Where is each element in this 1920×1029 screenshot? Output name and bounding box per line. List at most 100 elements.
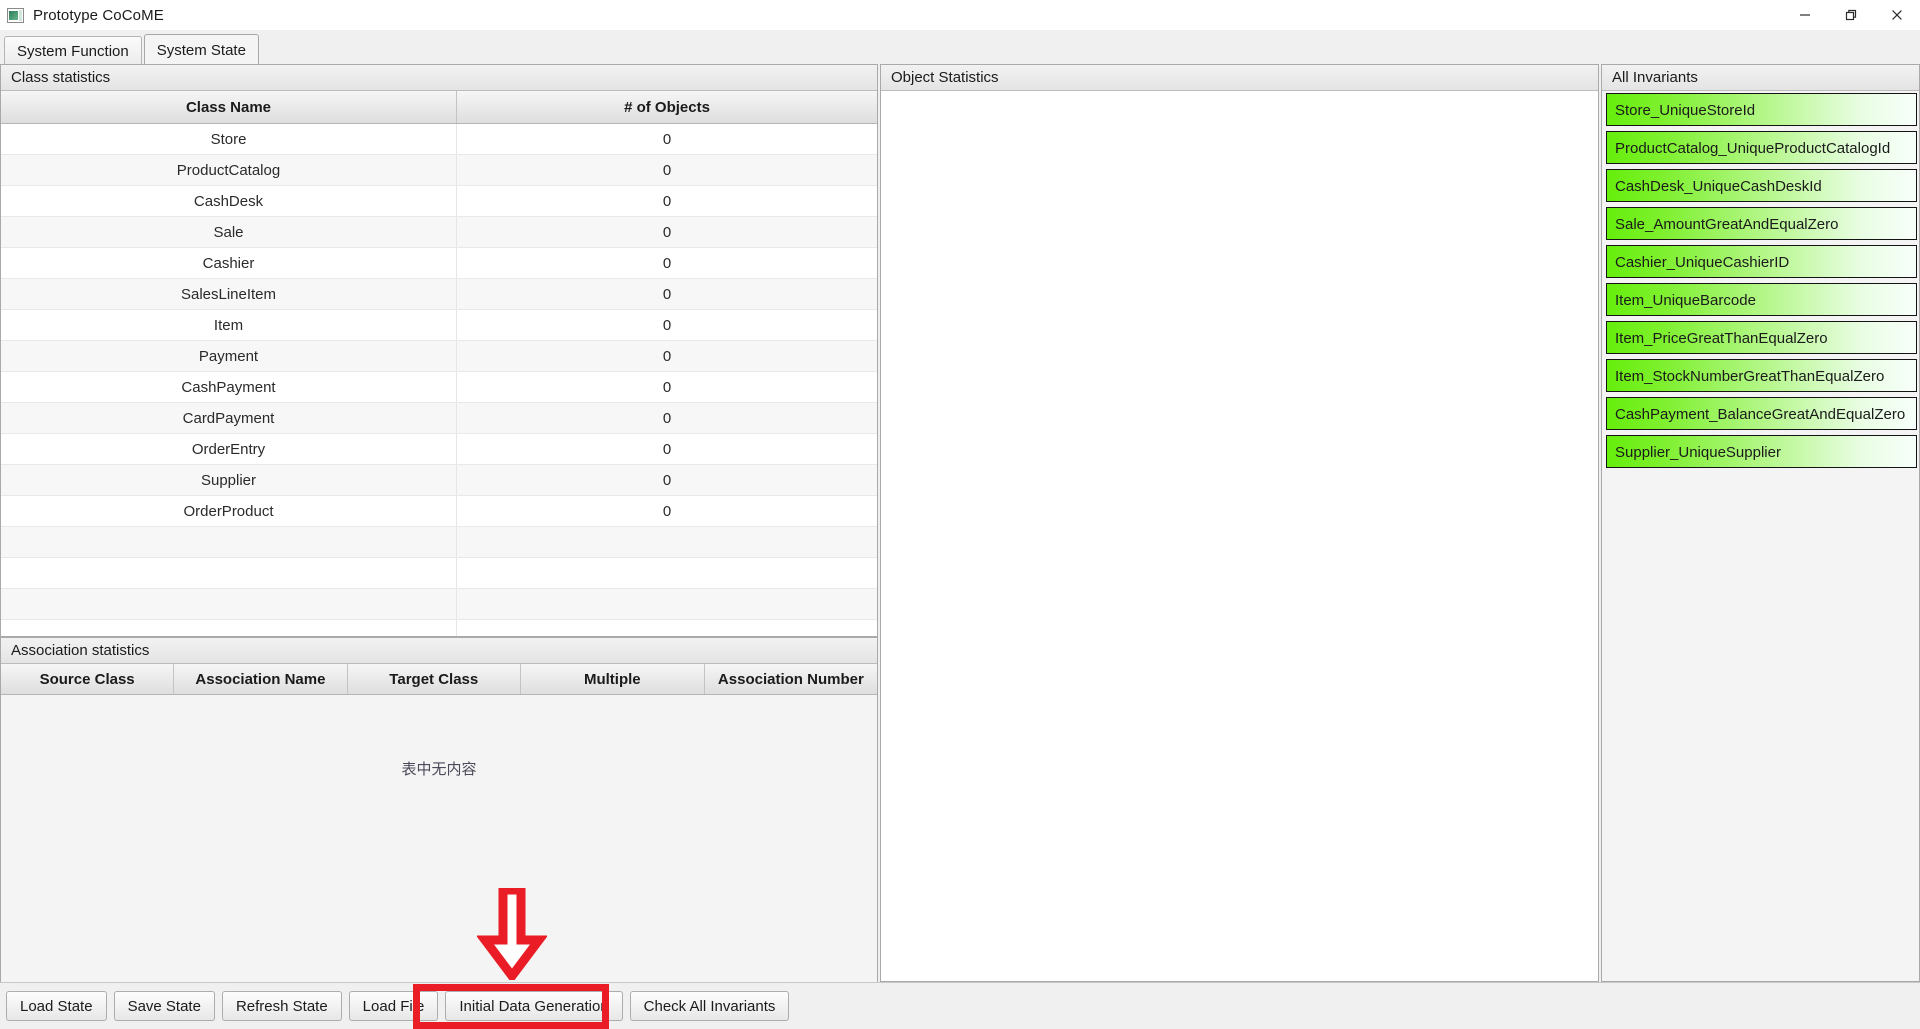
cell-object-count [456, 619, 877, 636]
invariants-list: Store_UniqueStoreId ProductCatalog_Unique… [1602, 91, 1919, 981]
cell-class-name: CashPayment [1, 371, 457, 403]
title-bar: Prototype CoCoME [0, 0, 1920, 31]
cell-class-name [1, 619, 457, 636]
all-invariants-panel: All Invariants Store_UniqueStoreId Produc… [1601, 64, 1920, 982]
class-statistics-table: Class Name # of Objects Store 0 ProductCat… [1, 91, 877, 636]
column-header-multiple[interactable]: Multiple [520, 664, 705, 695]
invariant-item[interactable]: Item_UniqueBarcode [1606, 283, 1917, 316]
table-row[interactable] [1, 588, 877, 620]
column-header-target-class[interactable]: Target Class [347, 664, 521, 695]
invariant-item[interactable]: CashDesk_UniqueCashDeskId [1606, 169, 1917, 202]
tab-bar: System Function System State [0, 30, 1920, 65]
table-row[interactable]: OrderProduct 0 [1, 495, 877, 527]
table-row[interactable] [1, 526, 877, 558]
cell-class-name: CashDesk [1, 185, 457, 217]
table-header-row: Source Class Association Name Target Cla… [1, 664, 877, 695]
table-row[interactable]: OrderEntry 0 [1, 433, 877, 465]
cell-object-count [456, 526, 877, 558]
cell-class-name: Cashier [1, 247, 457, 279]
column-header-association-number[interactable]: Association Number [704, 664, 877, 695]
save-state-button[interactable]: Save State [113, 991, 215, 1021]
column-header-class-name[interactable]: Class Name [1, 91, 457, 124]
cell-object-count: 0 [456, 154, 877, 186]
table-row[interactable]: CashPayment 0 [1, 371, 877, 403]
column-header-source-class[interactable]: Source Class [1, 664, 175, 695]
cell-class-name: ProductCatalog [1, 154, 457, 186]
invariant-item[interactable]: CashPayment_BalanceGreatAndEqualZero [1606, 397, 1917, 430]
table-row[interactable]: CardPayment 0 [1, 402, 877, 434]
table-row[interactable]: Item 0 [1, 309, 877, 341]
association-statistics-table: Source Class Association Name Target Cla… [1, 664, 877, 695]
table-row[interactable]: CashDesk 0 [1, 185, 877, 217]
annotation-highlight-box [413, 984, 609, 1029]
cell-class-name: Supplier [1, 464, 457, 496]
app-window-icon [7, 7, 24, 23]
invariant-item[interactable]: Item_StockNumberGreatThanEqualZero [1606, 359, 1917, 392]
cell-object-count: 0 [456, 216, 877, 248]
close-icon[interactable] [1874, 0, 1920, 30]
load-state-button[interactable]: Load State [6, 991, 107, 1021]
cell-object-count: 0 [456, 340, 877, 372]
cell-object-count: 0 [456, 371, 877, 403]
association-statistics-title: Association statistics [1, 638, 877, 664]
tab-system-state[interactable]: System State [143, 34, 259, 65]
invariant-item[interactable]: Sale_AmountGreatAndEqualZero [1606, 207, 1917, 240]
table-row[interactable] [1, 557, 877, 589]
empty-table-message: 表中无内容 [401, 760, 477, 778]
association-statistics-panel: Association statistics Source Class Asso… [0, 637, 878, 982]
cell-object-count: 0 [456, 278, 877, 310]
cell-object-count: 0 [456, 309, 877, 341]
cell-class-name [1, 557, 457, 589]
invariant-item[interactable]: ProductCatalog_UniqueProductCatalogId [1606, 131, 1917, 164]
window-title: Prototype CoCoME [33, 6, 164, 24]
cell-object-count: 0 [456, 247, 877, 279]
table-row[interactable]: SalesLineItem 0 [1, 278, 877, 310]
cell-class-name [1, 526, 457, 558]
application-window: Prototype CoCoME System Function System … [0, 0, 1920, 1029]
object-statistics-body [881, 91, 1598, 981]
all-invariants-title: All Invariants [1602, 65, 1919, 91]
table-row[interactable]: Cashier 0 [1, 247, 877, 279]
cell-class-name: CardPayment [1, 402, 457, 434]
cell-object-count [456, 588, 877, 620]
bottom-button-bar: Load State Save State Refresh State Load Fi… [0, 982, 1920, 1029]
cell-class-name: OrderProduct [1, 495, 457, 527]
window-controls [1782, 0, 1920, 30]
check-all-invariants-button[interactable]: Check All Invariants [629, 991, 790, 1021]
class-statistics-panel: Class statistics Class Name # of Objects… [0, 64, 878, 637]
cell-class-name: Store [1, 123, 457, 155]
object-statistics-panel: Object Statistics [880, 64, 1599, 982]
invariant-item[interactable]: Store_UniqueStoreId [1606, 93, 1917, 126]
maximize-icon[interactable] [1828, 0, 1874, 30]
cell-class-name: Payment [1, 340, 457, 372]
cell-object-count: 0 [456, 185, 877, 217]
association-statistics-empty-state: 表中无内容 [1, 695, 877, 982]
cell-class-name: OrderEntry [1, 433, 457, 465]
cell-object-count: 0 [456, 495, 877, 527]
column-header-object-count[interactable]: # of Objects [456, 91, 877, 124]
cell-object-count: 0 [456, 464, 877, 496]
table-row[interactable]: Sale 0 [1, 216, 877, 248]
down-arrow-annotation-icon [476, 885, 548, 984]
table-row[interactable] [1, 619, 877, 636]
tab-system-function[interactable]: System Function [4, 36, 142, 65]
cell-object-count [456, 557, 877, 589]
cell-object-count: 0 [456, 433, 877, 465]
invariant-item[interactable]: Item_PriceGreatThanEqualZero [1606, 321, 1917, 354]
object-statistics-title: Object Statistics [881, 65, 1598, 91]
refresh-state-button[interactable]: Refresh State [221, 991, 342, 1021]
cell-object-count: 0 [456, 123, 877, 155]
invariant-item[interactable]: Supplier_UniqueSupplier [1606, 435, 1917, 468]
table-row[interactable]: Payment 0 [1, 340, 877, 372]
class-statistics-table-wrapper: Class Name # of Objects Store 0 ProductCat… [1, 91, 877, 636]
table-row[interactable]: ProductCatalog 0 [1, 154, 877, 186]
class-statistics-title: Class statistics [1, 65, 877, 91]
column-header-association-name[interactable]: Association Name [173, 664, 348, 695]
table-header-row: Class Name # of Objects [1, 91, 877, 124]
table-row[interactable]: Supplier 0 [1, 464, 877, 496]
invariant-item[interactable]: Cashier_UniqueCashierID [1606, 245, 1917, 278]
cell-class-name: Item [1, 309, 457, 341]
cell-object-count: 0 [456, 402, 877, 434]
minimize-icon[interactable] [1782, 0, 1828, 30]
table-row[interactable]: Store 0 [1, 123, 877, 155]
